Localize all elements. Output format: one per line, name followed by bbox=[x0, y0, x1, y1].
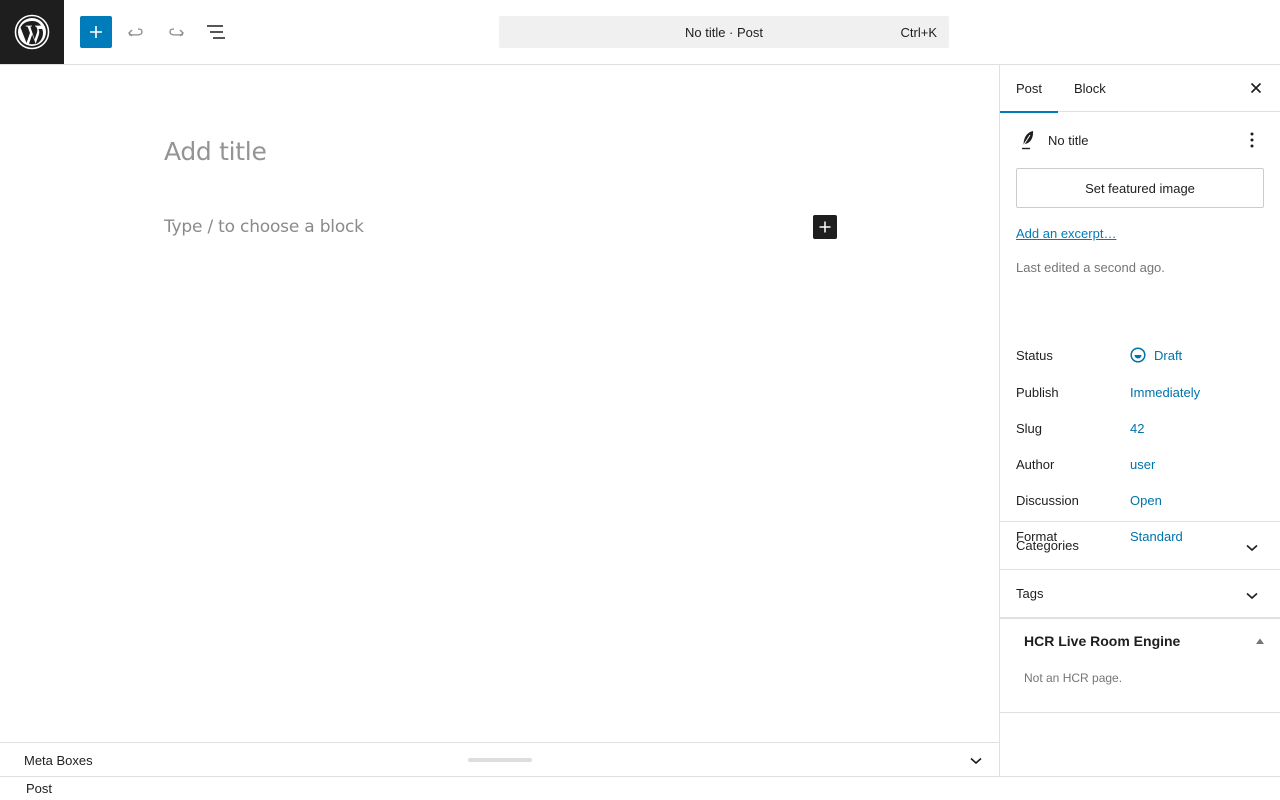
editor-header: No title · Post Ctrl+K bbox=[0, 0, 1280, 65]
post-feather-icon bbox=[1016, 128, 1040, 152]
document-overview-button[interactable] bbox=[200, 16, 232, 48]
meta-boxes-label: Meta Boxes bbox=[24, 753, 93, 768]
post-actions-button[interactable] bbox=[1240, 128, 1264, 152]
publish-row: Publish Immediately bbox=[1016, 380, 1264, 404]
triangle-up-icon bbox=[1256, 638, 1264, 644]
hcr-meta-box: HCR Live Room Engine Not an HCR page. bbox=[1000, 618, 1280, 713]
discussion-value-button[interactable]: Open bbox=[1130, 493, 1162, 508]
sidebar-tabs: Post Block bbox=[1000, 65, 1280, 113]
chevron-down-icon bbox=[1240, 536, 1264, 560]
block-inserter-button[interactable] bbox=[80, 16, 112, 48]
keyboard-shortcut: Ctrl+K bbox=[900, 25, 937, 40]
close-icon bbox=[1250, 82, 1262, 94]
wordpress-icon bbox=[14, 14, 50, 50]
redo-icon bbox=[169, 28, 184, 37]
post-card-title: No title bbox=[1048, 132, 1089, 148]
status-label: Status bbox=[1016, 347, 1053, 363]
settings-sidebar: Post Block No title Set featured image A… bbox=[999, 65, 1280, 776]
author-value-button[interactable]: user bbox=[1130, 457, 1155, 472]
author-label: Author bbox=[1016, 456, 1055, 472]
publish-label: Publish bbox=[1016, 384, 1059, 400]
undo-button[interactable] bbox=[120, 16, 152, 48]
block-placeholder[interactable]: Type / to choose a block bbox=[164, 217, 364, 237]
slug-label: Slug bbox=[1016, 420, 1043, 436]
wordpress-logo-button[interactable] bbox=[0, 0, 64, 64]
author-row: Author user bbox=[1016, 452, 1264, 476]
close-sidebar-button[interactable] bbox=[1244, 76, 1268, 100]
list-view-icon bbox=[207, 25, 225, 39]
chevron-down-icon bbox=[970, 757, 982, 765]
redo-button[interactable] bbox=[160, 16, 192, 48]
meta-boxes-area: Meta Boxes bbox=[0, 742, 999, 776]
categories-panel-title: Categories bbox=[1016, 538, 1079, 553]
set-featured-image-button[interactable]: Set featured image bbox=[1016, 168, 1264, 208]
block-breadcrumb-bar: Post bbox=[0, 776, 1280, 800]
draft-status-icon bbox=[1130, 347, 1146, 363]
undo-icon bbox=[128, 28, 143, 37]
slug-value-button[interactable]: 42 bbox=[1130, 421, 1144, 436]
status-row: Status Draft bbox=[1016, 343, 1264, 367]
slug-row: Slug 42 bbox=[1016, 416, 1264, 440]
discussion-label: Discussion bbox=[1016, 492, 1079, 508]
tags-panel[interactable]: Tags bbox=[1000, 570, 1280, 618]
categories-panel[interactable]: Categories bbox=[1000, 522, 1280, 570]
plus-icon bbox=[819, 221, 831, 233]
command-palette-button[interactable]: No title · Post Ctrl+K bbox=[499, 16, 949, 48]
status-value-button[interactable]: Draft bbox=[1130, 347, 1182, 363]
more-vertical-icon bbox=[1250, 132, 1254, 148]
add-excerpt-link[interactable]: Add an excerpt… bbox=[1016, 226, 1116, 241]
hcr-toggle-button[interactable] bbox=[1254, 635, 1266, 647]
tags-panel-title: Tags bbox=[1016, 586, 1044, 601]
add-block-button[interactable] bbox=[813, 215, 837, 239]
post-title-input[interactable]: Add title bbox=[164, 137, 267, 166]
discussion-row: Discussion Open bbox=[1016, 488, 1264, 512]
hcr-meta-box-title: HCR Live Room Engine bbox=[1024, 633, 1181, 649]
post-card: No title bbox=[1016, 128, 1264, 152]
meta-boxes-toggle-button[interactable] bbox=[964, 749, 988, 773]
post-summary-panel: No title Set featured image Add an excer… bbox=[1000, 112, 1280, 544]
chevron-down-icon bbox=[1240, 584, 1264, 608]
plus-icon bbox=[90, 26, 102, 38]
document-title: No title · Post bbox=[684, 24, 764, 40]
hcr-note: Not an HCR page. bbox=[1024, 671, 1123, 685]
publish-value-button[interactable]: Immediately bbox=[1130, 385, 1200, 400]
breadcrumb-post[interactable]: Post bbox=[26, 781, 52, 796]
tab-post[interactable]: Post bbox=[1000, 65, 1059, 113]
resize-handle[interactable] bbox=[468, 758, 532, 762]
editor-canvas: Add title Type / to choose a block bbox=[0, 65, 999, 742]
tab-block[interactable]: Block bbox=[1058, 65, 1122, 112]
last-edited-text: Last edited a second ago. bbox=[1016, 260, 1165, 275]
status-value: Draft bbox=[1154, 347, 1183, 363]
